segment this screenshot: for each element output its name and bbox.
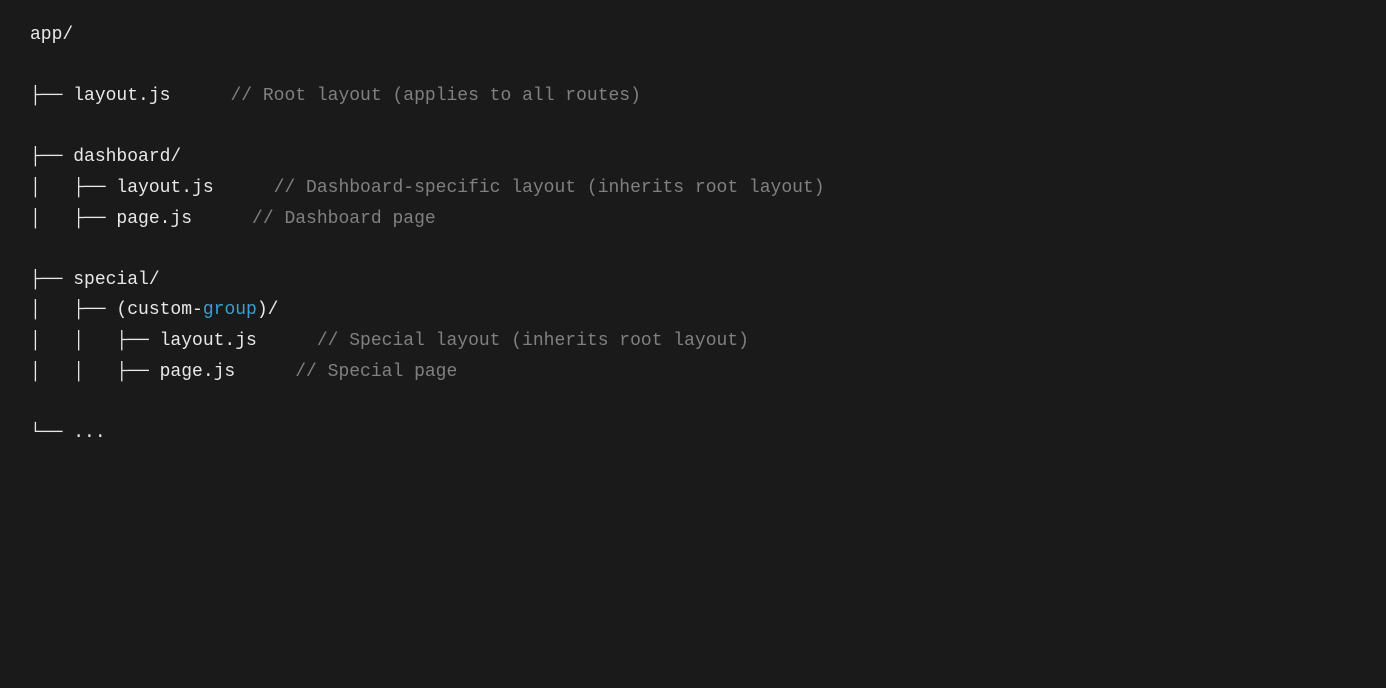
tree-prefix: │ │ ├── bbox=[30, 326, 160, 357]
tree-line-special-dir: ├── special/ bbox=[30, 265, 1356, 296]
filename-dashboard-dir: dashboard/ bbox=[73, 142, 181, 173]
tree-line-dashboard-layout: │ ├── layout.js // Dashboard-specific la… bbox=[30, 173, 1356, 204]
filename-dashboard-layout: layout.js bbox=[116, 173, 213, 204]
filename-special-dir: special/ bbox=[73, 265, 159, 296]
comment-special-page: // Special page bbox=[295, 357, 457, 388]
tree-line-dashboard-page: │ ├── page.js // Dashboard page bbox=[30, 204, 1356, 235]
tree-prefix: │ │ ├── bbox=[30, 357, 160, 388]
tree-line-ellipsis: └── ... bbox=[30, 418, 1356, 449]
filename-dashboard-page: page.js bbox=[116, 204, 192, 235]
tree-prefix: ├── bbox=[30, 81, 73, 112]
tree-line-special-page: │ │ ├── page.js // Special page bbox=[30, 357, 1356, 388]
comment-layout-root: // Root layout (applies to all routes) bbox=[230, 81, 640, 112]
tree-line-dashboard-dir: ├── dashboard/ bbox=[30, 142, 1356, 173]
tree-root: app/ bbox=[30, 20, 1356, 51]
blank-line-1 bbox=[30, 51, 1356, 82]
root-label: app/ bbox=[30, 20, 73, 51]
filename-special-layout: layout.js bbox=[160, 326, 257, 357]
tree-line-custom-group: │ ├── (custom-group)/ bbox=[30, 295, 1356, 326]
filename-ellipsis: ... bbox=[73, 418, 105, 449]
comment-dashboard-layout: // Dashboard-specific layout (inherits r… bbox=[274, 173, 825, 204]
tree-prefix: │ ├── bbox=[30, 295, 116, 326]
comment-special-layout: // Special layout (inherits root layout) bbox=[317, 326, 749, 357]
blank-line-2 bbox=[30, 112, 1356, 143]
tree-prefix: ├── bbox=[30, 142, 73, 173]
tree-prefix: ├── bbox=[30, 265, 73, 296]
comment-dashboard-page: // Dashboard page bbox=[252, 204, 436, 235]
filename-custom-group-open: (custom- bbox=[116, 295, 202, 326]
blank-line-3 bbox=[30, 234, 1356, 265]
filename-custom-group-close: )/ bbox=[257, 295, 279, 326]
tree-prefix: │ ├── bbox=[30, 173, 116, 204]
blank-line-4 bbox=[30, 387, 1356, 418]
filename-special-page: page.js bbox=[160, 357, 236, 388]
tree-prefix: │ ├── bbox=[30, 204, 116, 235]
filename-layout-root: layout.js bbox=[73, 81, 170, 112]
tree-line-layout-root: ├── layout.js // Root layout (applies to… bbox=[30, 81, 1356, 112]
tree-prefix: └── bbox=[30, 418, 73, 449]
filename-custom-group-highlight: group bbox=[203, 295, 257, 326]
file-tree: app/ ├── layout.js // Root layout (appli… bbox=[30, 20, 1356, 448]
tree-line-special-layout: │ │ ├── layout.js // Special layout (inh… bbox=[30, 326, 1356, 357]
